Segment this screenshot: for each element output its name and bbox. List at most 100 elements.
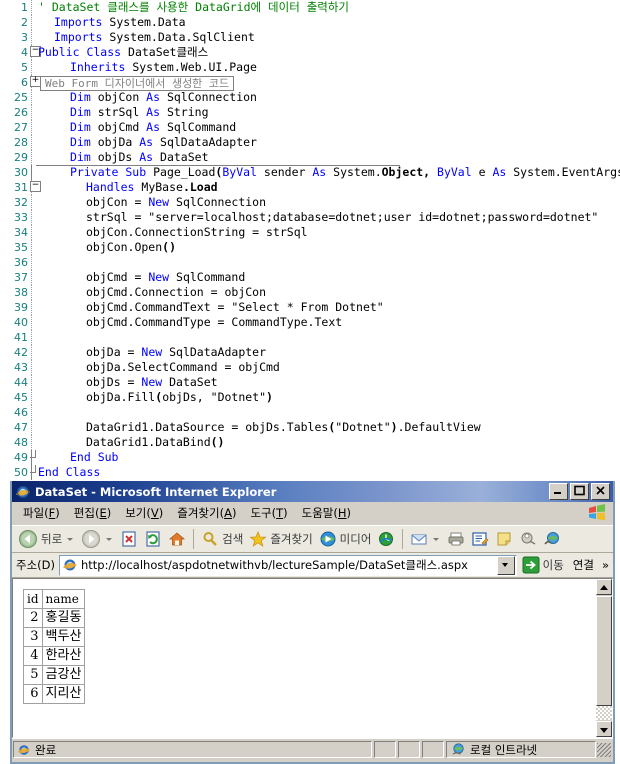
address-dropdown-button[interactable] xyxy=(496,555,515,575)
code-line[interactable]: 34 objCon.ConnectionString = strSql xyxy=(0,225,620,240)
code-line[interactable]: 6 + Web Form 디자이너에서 생성한 코드 xyxy=(0,75,620,91)
windows-flag-icon xyxy=(587,503,607,522)
code-line[interactable]: 26 Dim strSql As String xyxy=(0,105,620,120)
stop-button[interactable] xyxy=(117,528,141,550)
menu-edit[interactable]: 편집(E) xyxy=(67,503,118,523)
code-line[interactable]: 40 objCmd.CommandType = CommandType.Text xyxy=(0,315,620,330)
browser-toolbar[interactable]: 뒤로 검색 즐겨찾기 미디어 xyxy=(12,525,613,553)
code-line[interactable]: 47 DataGrid1.DataSource = objDs.Tables("D… xyxy=(0,420,620,435)
gutter-line xyxy=(31,435,33,450)
line-number: 26 xyxy=(14,106,28,119)
favorites-button[interactable]: 즐겨찾기 xyxy=(246,528,315,550)
media-button[interactable]: 미디어 xyxy=(316,528,375,550)
maximize-button[interactable] xyxy=(570,483,589,500)
menu-bar[interactable]: 파일(F) 편집(E) 보기(V) 즐겨찾기(A) 도구(T) 도움말(H) xyxy=(12,502,613,525)
code-line[interactable]: 28 Dim objDa As SqlDataAdapter xyxy=(0,135,620,150)
discuss-button[interactable] xyxy=(492,528,516,550)
code-line[interactable]: 4− Public Class DataSet클래스 xyxy=(0,45,620,60)
menu-tools[interactable]: 도구(T) xyxy=(243,503,294,523)
code-line[interactable]: 46 xyxy=(0,405,620,420)
mail-dropdown-icon[interactable] xyxy=(433,537,440,541)
code-text: End Class xyxy=(38,465,101,479)
forward-button[interactable] xyxy=(78,528,117,550)
data-grid-cell-name: 지리산 xyxy=(41,684,86,704)
code-line[interactable]: 33 strSql = "server=localhost;database=do… xyxy=(0,210,620,225)
messenger-button[interactable] xyxy=(516,528,540,550)
scroll-track[interactable] xyxy=(596,706,612,720)
data-grid: id name 2 홍길동 3 백두산 4 한라산 5 금강산 6 지리산 xyxy=(23,589,86,704)
data-grid-cell-id: 3 xyxy=(23,627,43,647)
collapse-region-icon[interactable]: − xyxy=(30,181,41,192)
code-text: objCmd.CommandType = CommandType.Text xyxy=(86,315,343,329)
line-number: 6 xyxy=(21,76,28,89)
code-line[interactable]: 41 xyxy=(0,330,620,345)
code-line[interactable]: 39 objCmd.CommandText = "Select * From Do… xyxy=(0,300,620,315)
back-button[interactable]: 뒤로 xyxy=(15,528,78,550)
code-line[interactable]: 1 ' DataSet 클래스를 사용한 DataGrid에 데이터 출력하기 xyxy=(0,0,620,15)
code-line[interactable]: 45 objDa.Fill(objDs, "Dotnet") xyxy=(0,390,620,405)
code-line[interactable]: 30 Private Sub Page_Load(ByVal sender As … xyxy=(0,165,620,180)
menu-help[interactable]: 도움말(H) xyxy=(295,503,358,523)
window-title-bar[interactable]: DataSet - Microsoft Internet Explorer xyxy=(12,481,613,502)
go-button[interactable]: 이동 xyxy=(517,554,569,576)
data-grid-row: 4 한라산 xyxy=(23,646,86,666)
print-button[interactable] xyxy=(444,528,468,550)
code-line[interactable]: 29 Dim objDs As DataSet xyxy=(0,150,620,165)
page-content-area[interactable]: id name 2 홍길동 3 백두산 4 한라산 5 금강산 6 지리산 xyxy=(12,578,613,738)
mail-button[interactable] xyxy=(407,528,444,550)
collapsed-region-label[interactable]: Web Form 디자이너에서 생성한 코드 xyxy=(40,76,235,91)
gutter-line xyxy=(31,315,33,330)
status-pane-3 xyxy=(398,741,420,758)
line-number: 42 xyxy=(14,346,28,359)
research-button[interactable] xyxy=(540,528,564,550)
scroll-thumb[interactable] xyxy=(596,596,612,706)
address-bar[interactable]: 주소(D) http://localhost/aspdotnetwithvb/l… xyxy=(12,553,613,578)
refresh-button[interactable] xyxy=(141,528,165,550)
gutter-line xyxy=(31,390,33,405)
go-label: 이동 xyxy=(542,558,564,572)
code-line[interactable]: 35 objCon.Open() xyxy=(0,240,620,255)
code-line[interactable]: 32 objCon = New SqlConnection xyxy=(0,195,620,210)
edit-page-icon xyxy=(472,532,489,546)
menu-file[interactable]: 파일(F) xyxy=(16,503,67,523)
line-number: 41 xyxy=(14,331,28,344)
code-line[interactable]: 36 xyxy=(0,255,620,270)
code-line[interactable]: 37 objCmd = New SqlCommand xyxy=(0,270,620,285)
code-line[interactable]: 49 End Sub xyxy=(0,450,620,465)
code-line[interactable]: 31− Handles MyBase.Load xyxy=(0,180,620,195)
address-input[interactable]: http://localhost/aspdotnetwithvb/lecture… xyxy=(59,554,517,576)
code-line[interactable]: 50 End Class xyxy=(0,465,620,480)
gutter-line xyxy=(31,165,33,180)
back-label: 뒤로 xyxy=(41,532,63,546)
code-line[interactable]: 38 objCmd.Connection = objCon xyxy=(0,285,620,300)
code-line[interactable]: 5 Inherits System.Web.UI.Page xyxy=(0,60,620,75)
home-button[interactable] xyxy=(165,528,189,550)
toolbar-overflow-icon[interactable]: » xyxy=(598,558,613,572)
code-line[interactable]: 27 Dim objCmd As SqlCommand xyxy=(0,120,620,135)
menu-favorites[interactable]: 즐겨찾기(A) xyxy=(170,503,243,523)
code-line[interactable]: 43 objDa.SelectCommand = objCmd xyxy=(0,360,620,375)
resize-grip[interactable] xyxy=(597,742,611,757)
scroll-up-button[interactable] xyxy=(596,579,612,595)
code-line[interactable]: 48 DataGrid1.DataBind() xyxy=(0,435,620,450)
code-line[interactable]: 25 Dim objCon As SqlConnection xyxy=(0,90,620,105)
close-button[interactable] xyxy=(591,483,610,500)
code-line[interactable]: 42 objDa = New SqlDataAdapter xyxy=(0,345,620,360)
code-line[interactable]: 3 Imports System.Data.SqlClient xyxy=(0,30,620,45)
search-button[interactable]: 검색 xyxy=(198,528,246,550)
scroll-down-button[interactable] xyxy=(596,721,612,737)
code-line[interactable]: 44 objDs = New DataSet xyxy=(0,375,620,390)
history-button[interactable] xyxy=(374,528,398,550)
vertical-scrollbar[interactable] xyxy=(595,579,612,737)
back-dropdown-icon[interactable] xyxy=(67,537,74,541)
edit-button[interactable] xyxy=(468,528,492,550)
code-editor[interactable]: 1 ' DataSet 클래스를 사용한 DataGrid에 데이터 출력하기 2 I… xyxy=(0,0,620,480)
code-text: ' DataSet 클래스를 사용한 DataGrid에 데이터 출력하기 xyxy=(38,0,350,14)
menu-view[interactable]: 보기(V) xyxy=(118,503,170,523)
links-button[interactable]: 연결 xyxy=(569,557,598,573)
forward-dropdown-icon[interactable] xyxy=(106,537,113,541)
star-icon xyxy=(249,530,267,547)
gutter-line xyxy=(31,135,33,150)
code-line[interactable]: 2 Imports System.Data xyxy=(0,15,620,30)
minimize-button[interactable] xyxy=(549,483,568,500)
